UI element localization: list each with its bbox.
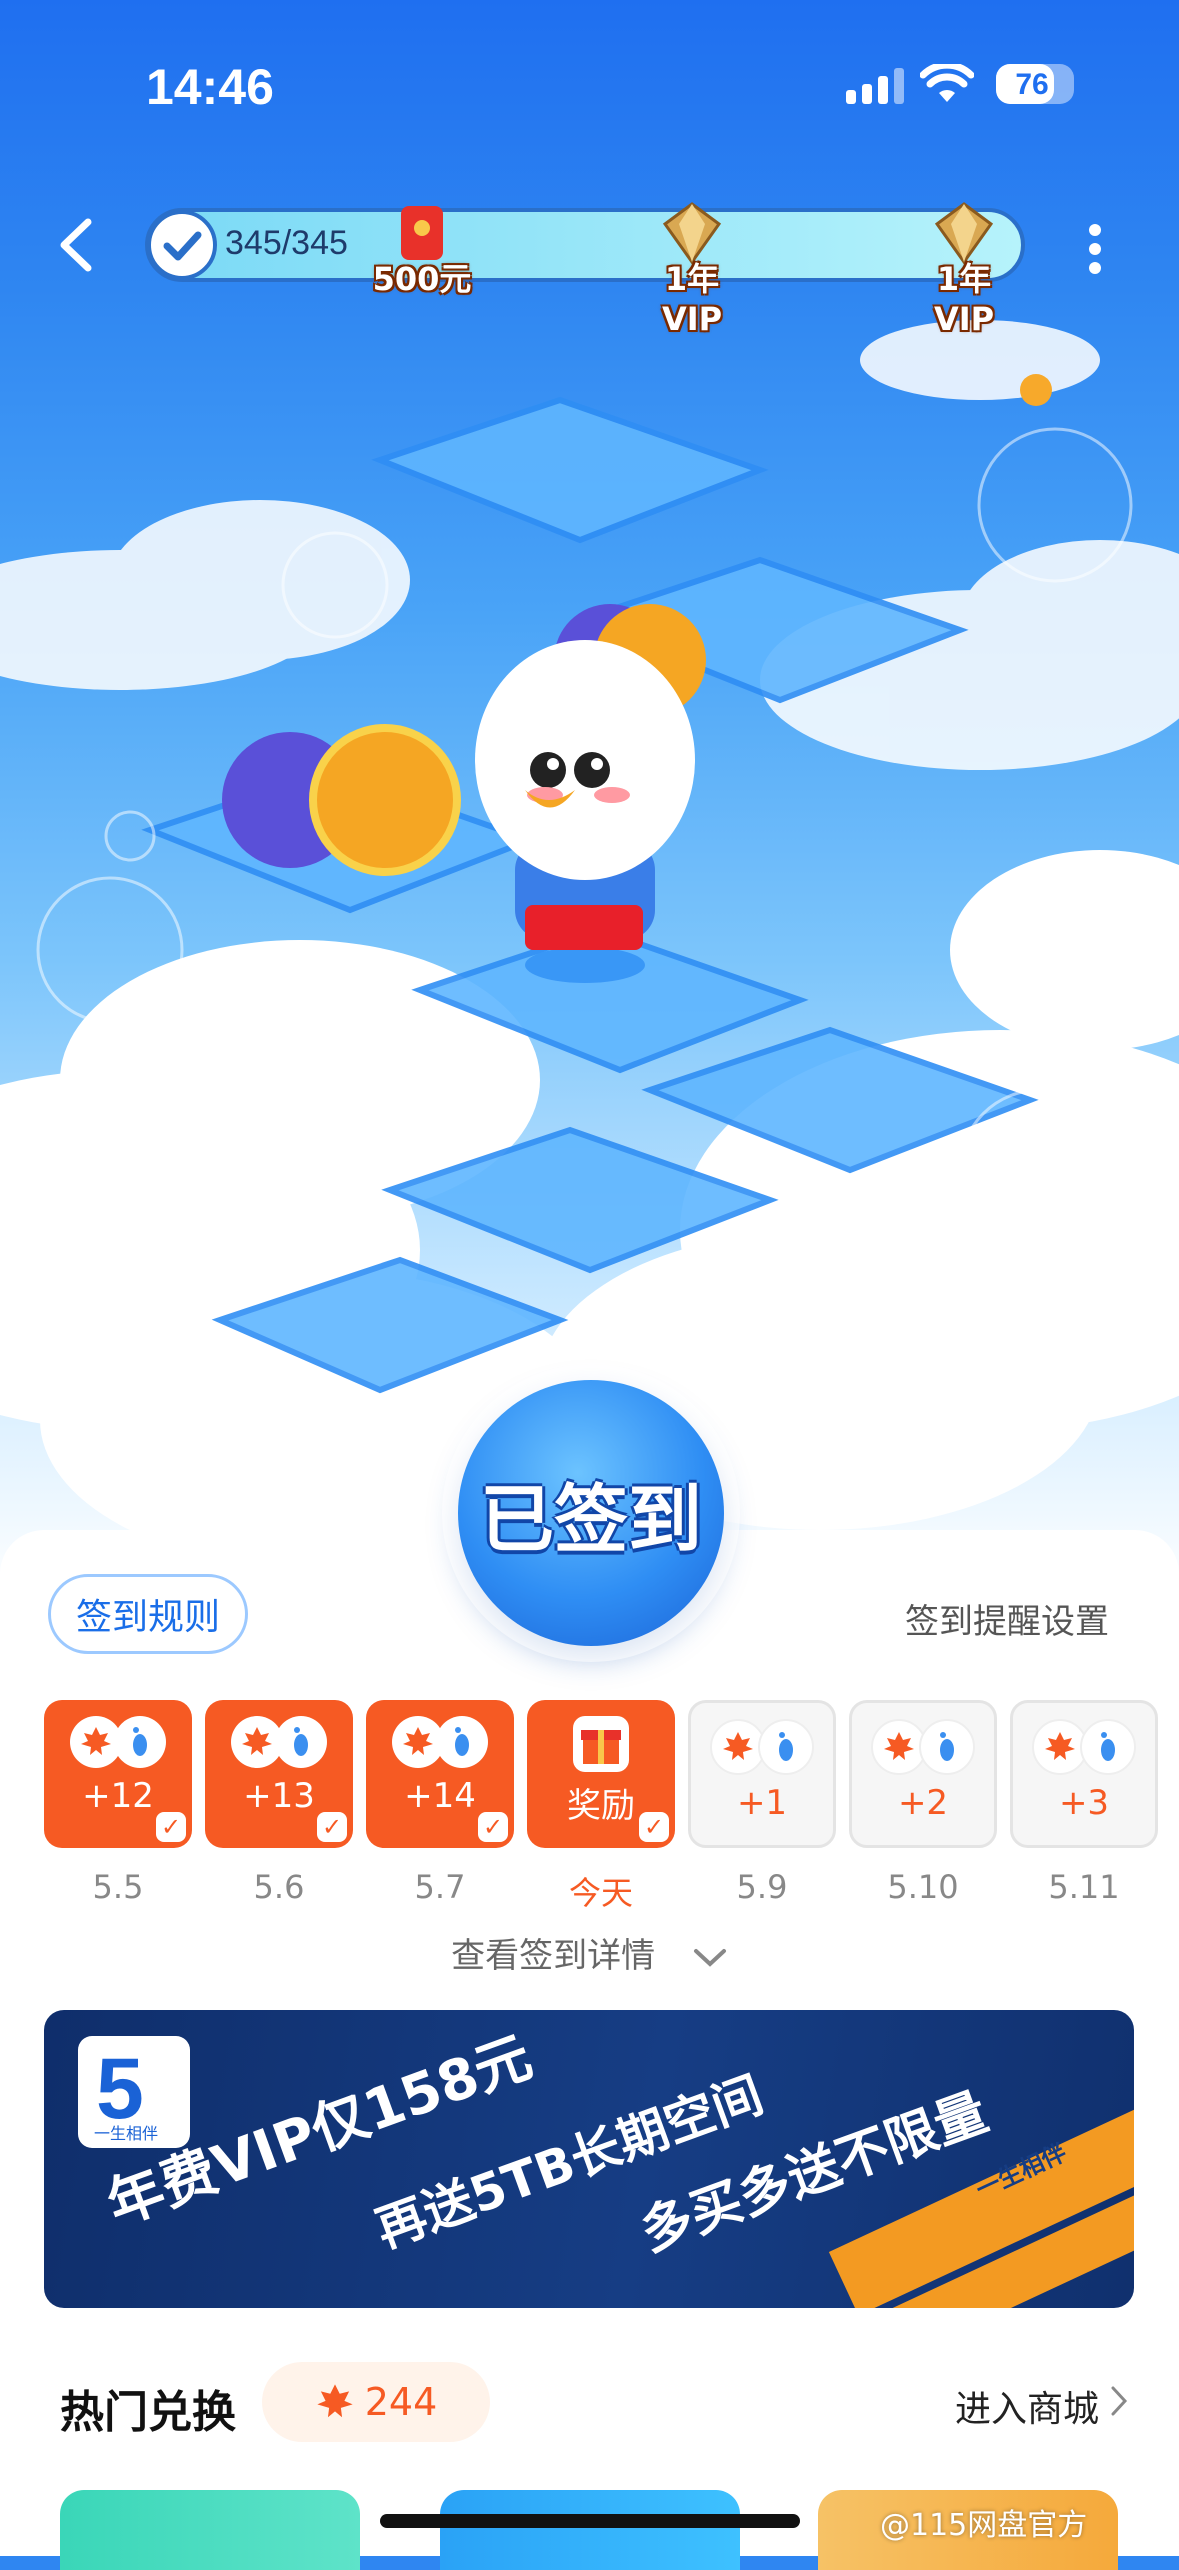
checkmark-circle-icon <box>147 210 217 280</box>
exchange-item-card[interactable] <box>440 2490 740 2570</box>
gift-box-icon <box>573 1716 629 1772</box>
day-date: 5.7 <box>414 1868 466 1906</box>
day-card: +1 <box>688 1700 836 1848</box>
footprint-icon <box>758 1719 814 1775</box>
view-sign-in-details[interactable]: 查看签到详情 <box>0 1928 1179 1977</box>
day-card: +14 ✓ <box>366 1700 514 1848</box>
check-icon: ✓ <box>317 1812 347 1842</box>
sign-in-reminder-settings-link[interactable]: 签到提醒设置 <box>905 1594 1109 1643</box>
check-icon: ✓ <box>478 1812 508 1842</box>
footprint-icon <box>919 1719 975 1775</box>
status-time: 14:46 <box>146 59 274 115</box>
sign-in-panel: 签到规则 签到提醒设置 +12 ✓ 5.5 +13 ✓ 5.6 +14 ✓ 5.… <box>0 1530 1179 2570</box>
milestone-vip-1[interactable]: 1年VIP <box>637 202 747 338</box>
day-reward-value: +13 <box>243 1776 315 1816</box>
day-item[interactable]: +14 ✓ 5.7 <box>366 1700 514 1906</box>
footprint-icon <box>436 1716 488 1768</box>
view-details-label: 查看签到详情 <box>451 1936 656 1976</box>
chevron-right-icon <box>1111 2386 1128 2416</box>
back-chevron-icon[interactable] <box>46 210 106 280</box>
chevron-down-icon <box>693 1948 726 1967</box>
milestone-label: 500元 <box>372 260 472 298</box>
milestone-red-envelope[interactable]: 500元 <box>367 202 477 302</box>
progress-count: 345/345 <box>225 224 348 262</box>
battery-icon: 76 <box>996 64 1074 104</box>
day-item[interactable]: +12 ✓ 5.5 <box>44 1700 192 1906</box>
day-reward-value: +12 <box>82 1776 154 1816</box>
day-card: 奖励 ✓ <box>527 1700 675 1848</box>
day-reward-value: +2 <box>897 1783 949 1823</box>
wifi-icon <box>920 64 974 102</box>
top-bar: 345/345 500元 1年VIP 1年VIP <box>0 200 1179 338</box>
footprint-icon <box>275 1716 327 1768</box>
milestone-label: 1年VIP <box>933 260 995 338</box>
day-reward-value: +14 <box>404 1776 476 1816</box>
status-bar: 14:46 76 <box>0 54 1179 124</box>
day-reward-value: +3 <box>1058 1783 1110 1823</box>
points-value: 244 <box>364 2380 438 2424</box>
day-date: 5.11 <box>1048 1868 1120 1906</box>
exchange-item-card[interactable] <box>60 2490 360 2570</box>
day-item[interactable]: +2 5.10 <box>849 1700 997 1906</box>
watermark: @115网盘官方 <box>880 2508 1088 2543</box>
day-reward-value: 奖励 <box>567 1786 635 1826</box>
sign-in-progress-bar: 345/345 500元 1年VIP 1年VIP <box>145 202 1025 338</box>
day-card: +3 <box>1010 1700 1158 1848</box>
day-date: 5.9 <box>736 1868 788 1906</box>
points-badge: 244 <box>262 2362 490 2442</box>
day-reward-value: +1 <box>736 1783 788 1823</box>
enter-mall-link[interactable]: 进入商城 <box>955 2380 1099 2432</box>
home-indicator[interactable] <box>380 2514 800 2528</box>
day-date: 5.10 <box>887 1868 959 1906</box>
battery-level: 76 <box>1015 68 1049 101</box>
day-card: +13 ✓ <box>205 1700 353 1848</box>
logo-caption: 一生相伴 <box>94 2124 159 2143</box>
day-date: 5.6 <box>253 1868 305 1906</box>
check-icon: ✓ <box>156 1812 186 1842</box>
day-date: 5.5 <box>92 1868 144 1906</box>
sign-in-rules-button[interactable]: 签到规则 <box>48 1574 248 1654</box>
milestone-vip-2[interactable]: 1年VIP <box>909 202 1019 338</box>
more-options-icon[interactable] <box>1080 214 1110 284</box>
signed-in-label: 已签到 <box>480 1476 702 1563</box>
day-item[interactable]: +1 5.9 <box>688 1700 836 1906</box>
cellular-signal-icon <box>846 68 904 104</box>
day-card: +2 <box>849 1700 997 1848</box>
115-logo: 5 一生相伴 <box>78 2036 190 2148</box>
hot-exchange-header: 热门兑换 244 进入商城 <box>0 2350 1179 2450</box>
footprint-icon <box>1080 1719 1136 1775</box>
vip-promo-banner[interactable]: 5 一生相伴 年费VIP仅158元 再送5TB长期空间 多买多送不限量 一生相伴 <box>44 2010 1134 2308</box>
hot-exchange-title: 热门兑换 <box>60 2387 236 2438</box>
milestone-label: 1年VIP <box>661 260 723 338</box>
footprint-icon <box>114 1716 166 1768</box>
check-icon: ✓ <box>639 1812 669 1842</box>
day-item[interactable]: +13 ✓ 5.6 <box>205 1700 353 1906</box>
maple-leaf-icon <box>317 2384 353 2418</box>
day-item-today[interactable]: 奖励 ✓ 今天 <box>527 1700 675 1914</box>
sign-in-days-row: +12 ✓ 5.5 +13 ✓ 5.6 +14 ✓ 5.7 奖励 ✓ 今天 +1… <box>44 1700 1179 1912</box>
day-card: +12 ✓ <box>44 1700 192 1848</box>
signed-in-button[interactable]: 已签到 <box>458 1380 724 1646</box>
day-item[interactable]: +3 5.11 <box>1010 1700 1158 1906</box>
day-date: 今天 <box>568 1874 633 1912</box>
